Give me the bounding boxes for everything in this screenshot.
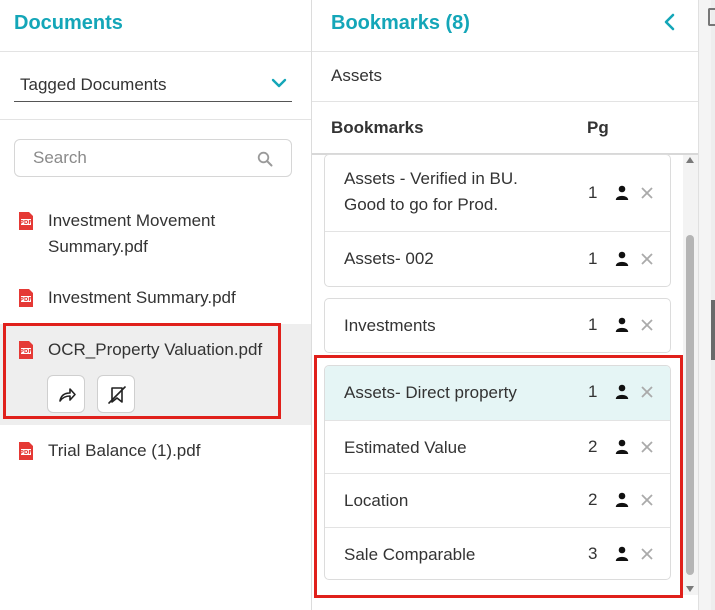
document-name: Investment Summary.pdf — [48, 288, 236, 307]
share-icon — [59, 388, 76, 402]
untag-button[interactable] — [97, 375, 135, 413]
column-header-bookmarks: Bookmarks — [331, 118, 424, 137]
bookmark-page: 2 — [588, 490, 598, 509]
bookmark-group: Investments 1 — [324, 298, 671, 353]
document-filter-value: Tagged Documents — [20, 75, 167, 94]
document-filter-select[interactable]: Tagged Documents — [14, 70, 292, 102]
bookmark-page: 2 — [588, 437, 598, 456]
edge-scroll-thumb — [711, 300, 715, 360]
svg-text:PDF: PDF — [20, 220, 33, 226]
document-item[interactable]: PDF Investment Movement Summary.pdf — [0, 205, 311, 267]
adjacent-panel-edge — [698, 0, 715, 610]
bookmark-label: Sale Comparable — [344, 545, 476, 564]
svg-text:PDF: PDF — [20, 349, 33, 355]
pdf-icon: PDF — [19, 289, 33, 307]
bookmark-page: 1 — [588, 183, 598, 202]
bookmarks-panel: Bookmarks (8) Assets Bookmarks Pg Assets… — [312, 0, 698, 610]
bookmark-page: 1 — [588, 315, 598, 334]
bookmarks-scrollbar[interactable] — [683, 155, 698, 595]
search-input[interactable] — [33, 148, 253, 168]
document-item[interactable]: PDF Trial Balance (1).pdf — [0, 436, 311, 472]
bookmark-group: Assets - Verified in BU. Good to go for … — [324, 154, 671, 287]
close-icon[interactable] — [640, 385, 654, 399]
document-name-line: Summary.pdf — [48, 237, 148, 256]
close-icon[interactable] — [640, 252, 654, 266]
bookmarks-header: Bookmarks (8) — [312, 0, 698, 52]
close-icon[interactable] — [640, 318, 654, 332]
document-name-line: Investment Movement — [48, 211, 216, 230]
bookmark-page: 3 — [588, 544, 598, 563]
bookmark-group: Assets- Direct property 1 Estimated Valu… — [324, 365, 671, 580]
chevron-left-icon[interactable] — [662, 12, 678, 32]
close-icon[interactable] — [640, 440, 654, 454]
user-icon[interactable] — [615, 439, 629, 454]
untag-icon — [108, 386, 126, 404]
divider — [0, 119, 311, 120]
user-icon[interactable] — [615, 185, 629, 200]
panel-toggle-icon[interactable] — [708, 8, 715, 26]
bookmark-label: Location — [344, 491, 409, 510]
bookmark-label: Assets- Direct property — [344, 383, 517, 402]
pdf-icon: PDF — [19, 442, 33, 460]
bookmark-label: Assets - Verified in BU. Good to go for … — [344, 166, 518, 218]
document-name: Investment Movement Summary.pdf — [48, 208, 215, 260]
bookmark-row-active[interactable]: Assets- Direct property 1 — [325, 366, 670, 421]
document-search[interactable] — [14, 139, 292, 177]
document-item[interactable]: PDF Investment Summary.pdf — [0, 282, 311, 318]
search-icon[interactable] — [257, 151, 273, 167]
document-name: OCR_Property Valuation.pdf — [48, 340, 263, 359]
scroll-up-arrow-icon[interactable] — [686, 157, 694, 163]
user-icon[interactable] — [615, 492, 629, 507]
bookmark-label: Assets- 002 — [344, 249, 434, 268]
close-icon[interactable] — [640, 186, 654, 200]
documents-header: Documents — [0, 0, 311, 52]
bookmark-page: 1 — [588, 249, 598, 268]
documents-panel: Documents Tagged Documents PDF Investmen… — [0, 0, 312, 610]
bookmark-row[interactable]: Assets - Verified in BU. Good to go for … — [325, 155, 670, 232]
bookmark-label-line: Assets - Verified in BU. — [344, 169, 518, 188]
bookmark-row[interactable]: Location 2 — [325, 474, 670, 528]
close-icon[interactable] — [640, 547, 654, 561]
pdf-icon: PDF — [19, 212, 33, 230]
column-header-page: Pg — [587, 118, 609, 137]
bookmark-row[interactable]: Investments 1 — [325, 299, 670, 352]
bookmark-label: Estimated Value — [344, 438, 467, 457]
bookmark-page: 1 — [588, 382, 598, 401]
scroll-down-arrow-icon[interactable] — [686, 586, 694, 592]
bookmark-row[interactable]: Estimated Value 2 — [325, 421, 670, 474]
bookmark-row[interactable]: Sale Comparable 3 — [325, 528, 670, 579]
user-icon[interactable] — [615, 546, 629, 561]
bookmark-label: Investments — [344, 316, 436, 335]
share-button[interactable] — [47, 375, 85, 413]
bookmark-context: Assets — [331, 66, 383, 85]
user-icon[interactable] — [615, 384, 629, 399]
user-icon[interactable] — [615, 251, 629, 266]
bookmarks-title: Bookmarks (8) — [331, 12, 470, 34]
bookmark-label-line: Good to go for Prod. — [344, 195, 499, 214]
document-name: Trial Balance (1).pdf — [48, 441, 201, 460]
scrollbar-thumb[interactable] — [686, 235, 694, 575]
pdf-icon: PDF — [19, 341, 33, 359]
close-icon[interactable] — [640, 493, 654, 507]
user-icon[interactable] — [615, 317, 629, 332]
chevron-down-icon — [271, 78, 287, 88]
document-item-selected[interactable]: PDF OCR_Property Valuation.pdf — [0, 324, 311, 425]
documents-title: Documents — [14, 12, 123, 34]
bookmark-row[interactable]: Assets- 002 1 — [325, 232, 670, 286]
divider — [312, 101, 698, 102]
svg-text:PDF: PDF — [20, 450, 33, 456]
svg-text:PDF: PDF — [20, 297, 33, 303]
